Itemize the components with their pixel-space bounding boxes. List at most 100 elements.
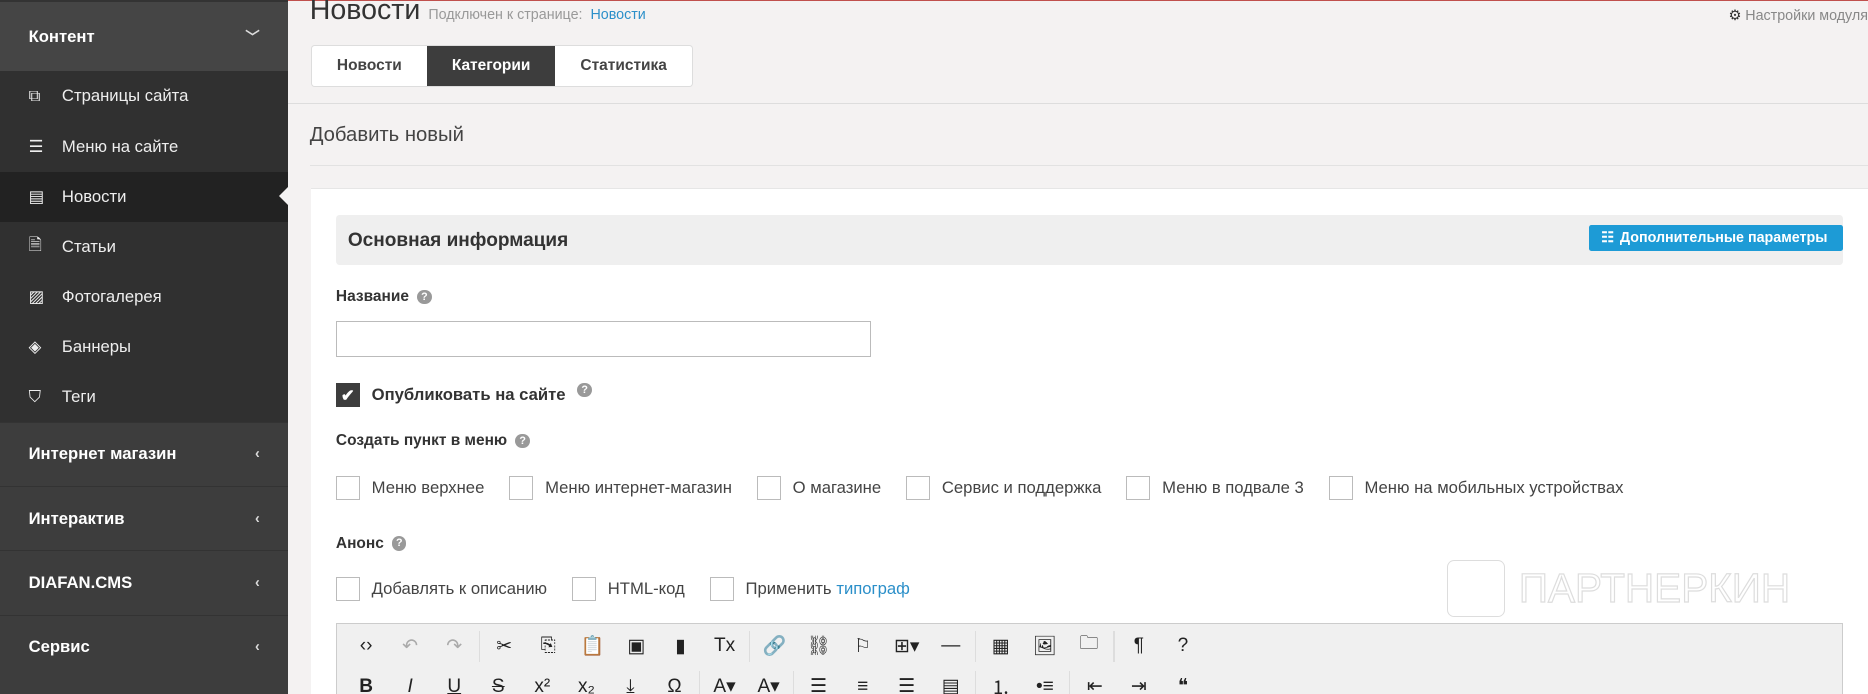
publish-checkbox[interactable]: ✔ (335, 383, 360, 408)
anchor-icon[interactable]: ⚐ (841, 635, 885, 658)
bold-icon[interactable]: B (344, 676, 388, 694)
sidebar-item[interactable]: ⧉ Страницы сайта (0, 71, 288, 121)
toolbar-separator (1113, 630, 1115, 662)
divider (309, 165, 1868, 167)
section-label: Интернет магазин (28, 444, 177, 464)
align-center-icon[interactable]: ≡ (841, 676, 885, 694)
button-label: Дополнительные параметры (1619, 229, 1828, 246)
menu-checkbox[interactable] (906, 476, 930, 500)
option-label: Добавлять к описанию (371, 579, 548, 599)
undo-icon[interactable]: ↶ (388, 635, 432, 658)
connected-page-link[interactable]: Новости (590, 7, 645, 23)
toolbar-separator (975, 671, 977, 694)
bg-color-icon[interactable]: A▾ (747, 675, 791, 694)
ordered-list-icon[interactable]: ⒈ (979, 673, 1023, 694)
page-title: Новости Подключен к странице: Новости (310, 0, 646, 27)
link-icon[interactable]: 🔗 (753, 634, 797, 658)
help-icon[interactable]: ? (1161, 635, 1205, 657)
redo-icon[interactable]: ↷ (432, 635, 476, 658)
chevron-left-icon: ‹ (254, 639, 260, 656)
section-label: Контент (28, 26, 95, 46)
toolbar-separator (478, 630, 480, 662)
help-icon[interactable]: ? (417, 289, 432, 305)
sidebar-item-label: Баннеры (61, 336, 132, 356)
paste-text-icon[interactable]: ▣ (614, 635, 658, 658)
module-settings-link[interactable]: ⚙ Настройки модуля (1729, 8, 1868, 24)
publish-label: Опубликовать на сайте (371, 385, 566, 405)
tab-statistics[interactable]: Статистика (555, 46, 692, 86)
name-label: Название? (336, 288, 432, 306)
source-icon[interactable]: ‹› (344, 635, 388, 657)
extra-params-button[interactable]: ☷ Дополнительные параметры (1589, 224, 1843, 251)
paste-icon[interactable]: 📋 (570, 634, 614, 658)
sidebar-section[interactable]: DIAFAN.CMS ‹ (0, 550, 289, 614)
sidebar-item[interactable]: ⛉ Теги (0, 372, 288, 422)
table-icon[interactable]: ⊞▾ (885, 635, 929, 658)
justify-icon[interactable]: ▤ (929, 675, 973, 694)
special-char-icon[interactable]: Ω (653, 676, 697, 694)
menu-checkbox[interactable] (509, 476, 534, 500)
menu-checkbox[interactable] (1126, 476, 1151, 500)
sidebar-item[interactable]: ☰ Меню на сайте (0, 122, 288, 172)
outdent-icon[interactable]: ⇤ (1073, 675, 1117, 694)
remove-format-icon[interactable]: Tx (703, 635, 747, 657)
indent-icon[interactable]: ⇥ (1117, 675, 1161, 694)
insert-icon[interactable]: ⤓ (608, 676, 652, 694)
media-icon[interactable]: ▦ (979, 635, 1023, 658)
sidebar-item-label: Статьи (61, 236, 116, 256)
sidebar-item[interactable]: ◈ Баннеры (0, 322, 288, 372)
menu-option-label: О магазине (792, 478, 882, 498)
unordered-list-icon[interactable]: •≡ (1023, 676, 1067, 694)
html-code-checkbox[interactable] (572, 577, 596, 602)
sidebar-section-content[interactable]: Контент ﹀ (0, 0, 289, 72)
name-input[interactable] (335, 321, 871, 357)
add-to-description-checkbox[interactable] (335, 577, 360, 602)
file-browser-icon[interactable]: 🗀 (1067, 630, 1111, 662)
subscript-icon[interactable]: x₂ (564, 676, 608, 694)
text-color-icon[interactable]: A▾ (703, 675, 747, 694)
form-panel: Основная информация ☷ Дополнительные пара… (310, 188, 1868, 694)
label-text: Создать пункт в меню (335, 432, 508, 450)
tab-news[interactable]: Новости (312, 46, 427, 86)
align-left-icon[interactable]: ☰ (797, 675, 841, 694)
tags-icon: ⛉ (28, 386, 42, 406)
help-icon[interactable]: ? (577, 383, 592, 398)
superscript-icon[interactable]: x² (520, 676, 564, 694)
blockquote-icon[interactable]: ❝ (1161, 675, 1205, 694)
sidebar-item-label: Меню на сайте (61, 136, 179, 156)
italic-icon[interactable]: I (388, 676, 432, 694)
help-icon[interactable]: ? (515, 433, 530, 449)
toolbar-separator (698, 671, 701, 694)
underline-icon[interactable]: U (432, 676, 476, 694)
paste-word-icon[interactable]: ▮ (658, 635, 702, 658)
sidebar-section[interactable]: Интерактив ‹ (0, 486, 289, 550)
align-right-icon[interactable]: ☰ (885, 675, 929, 694)
typograph-link[interactable]: типограф (836, 579, 910, 599)
toolbar-separator (1069, 671, 1071, 694)
menu-checkbox[interactable] (756, 476, 781, 500)
typograph-checkbox[interactable] (709, 577, 734, 602)
chevron-left-icon: ‹ (254, 575, 260, 591)
paragraph-icon[interactable]: ¶ (1117, 635, 1161, 657)
sidebar: Контент ﹀ ⧉ Страницы сайта ☰ Меню на сайте ▤ Н… (0, 0, 289, 694)
gear-icon: ⚙ (1728, 8, 1742, 25)
menu-checkbox[interactable] (1328, 476, 1353, 500)
menu-checkbox[interactable] (335, 476, 360, 500)
hr-icon[interactable]: — (929, 635, 973, 657)
help-icon[interactable]: ? (392, 536, 407, 551)
sidebar-section[interactable]: Интернет магазин ‹ (0, 421, 289, 486)
sidebar-item[interactable]: ▨ Фотогалерея (0, 272, 288, 322)
tab-categories[interactable]: Категории (426, 46, 556, 86)
cut-icon[interactable]: ✂ (482, 635, 526, 658)
unlink-icon[interactable]: ⛓ (797, 634, 841, 658)
image-icon[interactable]: 🖼 (1023, 634, 1067, 658)
sidebar-section[interactable]: Сервис ‹ (0, 614, 289, 679)
label-text: Название (335, 287, 409, 305)
sidebar-item-label: Новости (61, 186, 127, 206)
sidebar-item[interactable]: ▤ Новости (0, 171, 289, 222)
chevron-left-icon: ‹ (254, 510, 260, 527)
strike-icon[interactable]: S (476, 676, 520, 694)
sidebar-item[interactable]: 🗎 Статьи (0, 222, 288, 272)
image-icon: ▨ (28, 286, 45, 306)
copy-icon[interactable]: ⎘ (526, 635, 570, 657)
